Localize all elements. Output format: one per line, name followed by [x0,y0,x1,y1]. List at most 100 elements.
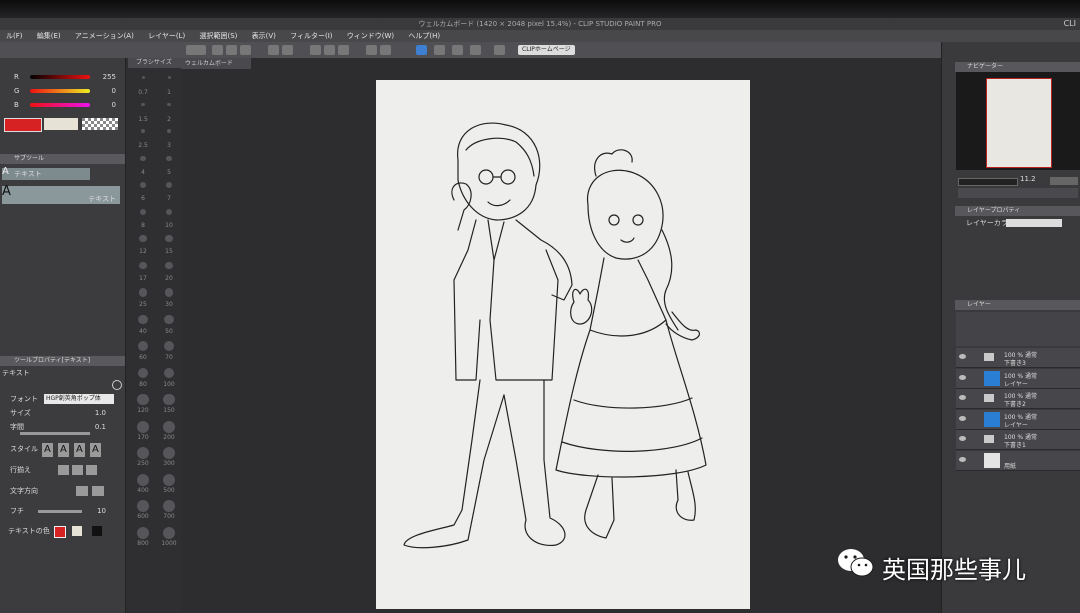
brush-size-dot[interactable] [137,367,149,379]
strike-icon[interactable]: A [90,443,101,457]
copy-icon[interactable] [338,45,349,55]
menu-filter[interactable]: フィルター(I) [290,32,332,40]
transparent-color-swatch[interactable] [82,118,118,130]
layer-row[interactable]: 100 % 通常 レイヤー [956,368,1080,389]
layer-toolbar[interactable] [956,312,1080,346]
redo-icon[interactable] [282,45,293,55]
brush-size-dot[interactable] [163,500,175,512]
brush-size-dot[interactable] [166,182,172,188]
frame-icon[interactable] [494,45,505,55]
brush-size-dot[interactable] [137,447,149,459]
eye-icon[interactable] [959,456,966,462]
subtool-tab-text[interactable]: テキスト [2,168,90,180]
edge-slider[interactable] [38,510,82,513]
ruler-icon[interactable] [434,45,445,55]
text-color-row[interactable]: テキストの色 [2,524,122,538]
spacing-slider[interactable] [20,432,90,435]
brush-size-dot[interactable] [163,420,175,433]
text-main-color[interactable] [54,526,66,538]
brush-size-dot[interactable] [139,235,147,243]
brush-size-dot[interactable] [137,473,149,486]
menu-file[interactable]: ル(F) [6,32,23,40]
brush-size-dot[interactable] [139,261,147,270]
menu-selection[interactable]: 選択範囲(S) [199,32,237,40]
direction-row[interactable]: 文字方向 [2,484,122,498]
style-row[interactable]: スタイル A A A A [2,442,122,457]
brush-size-dot[interactable] [166,155,172,161]
sub-color-swatch[interactable] [44,118,78,130]
subtool-item-text[interactable]: テキスト [2,186,120,204]
new-file-icon[interactable] [212,45,223,55]
spacing-row[interactable]: 字間 0.1 [2,420,122,435]
brush-size-dot[interactable] [165,261,173,270]
transform-icon[interactable] [380,45,391,55]
layer-row[interactable]: 用紙 [956,450,1080,471]
size-row[interactable]: サイズ 1.0 [2,406,122,420]
brush-size-dot[interactable] [141,76,145,79]
font-select[interactable]: HGP創英角ポップ体 [44,394,114,404]
eye-icon[interactable] [959,354,966,359]
menu-help[interactable]: ヘルプ(H) [408,32,440,40]
eye-icon[interactable] [959,374,966,380]
menu-window[interactable]: ウィンドウ(W) [347,32,394,40]
brush-size-dot[interactable] [164,288,174,297]
text-sub-color[interactable] [72,526,82,536]
layer-row[interactable]: 100 % 通常 下書き2 [956,389,1080,409]
save-icon[interactable] [240,45,251,55]
brush-size-dot[interactable] [163,447,175,459]
blue-slider[interactable]: B 0 [4,100,122,110]
align-row[interactable]: 行揃え [2,463,122,477]
zoom-slider[interactable] [958,178,1018,186]
brush-size-dot[interactable] [137,526,149,539]
brush-size-tab[interactable]: ブラシサイズ [128,58,182,68]
layer-color-field[interactable] [1006,219,1062,227]
paste-icon[interactable] [366,45,377,55]
zoom-buttons[interactable] [1050,177,1078,185]
brush-size-dot[interactable] [163,394,175,406]
snap-icon[interactable] [416,45,427,55]
brush-size-dot[interactable] [139,208,147,215]
brush-size-dot[interactable] [164,341,174,351]
brush-size-dot[interactable] [164,314,174,324]
vertical-text-icon[interactable] [92,486,104,496]
brush-size-dot[interactable] [167,76,171,79]
brush-size-dot[interactable] [137,420,149,433]
brush-size-dot[interactable] [138,341,148,351]
menu-animation[interactable]: アニメーション(A) [75,32,134,40]
layer-row[interactable]: 100 % 通常 レイヤー [956,409,1080,430]
brush-size-dot[interactable] [163,367,175,379]
main-color-swatch[interactable] [4,118,42,132]
open-file-icon[interactable] [226,45,237,55]
align-right-icon[interactable] [86,465,97,475]
align-center-icon[interactable] [72,465,83,475]
brush-size-dot[interactable] [165,208,173,215]
clear-icon[interactable] [310,45,321,55]
horizontal-text-icon[interactable] [76,486,88,496]
italic-icon[interactable]: A [58,443,69,457]
align-left-icon[interactable] [58,465,69,475]
brush-size-dot[interactable] [166,129,172,134]
brush-size-dot[interactable] [165,235,173,243]
settings-icon[interactable] [112,380,122,390]
brush-size-dot[interactable] [163,473,175,486]
menu-edit[interactable]: 編集(E) [37,32,61,40]
green-slider[interactable]: G 0 [4,86,122,96]
clip-homepage-button[interactable]: CLIPホームページ [518,45,575,55]
brush-size-dot[interactable] [163,526,175,539]
rotate-buttons[interactable] [958,188,1078,198]
menu-view[interactable]: 表示(V) [252,32,276,40]
menu-layer[interactable]: レイヤー(L) [148,32,185,40]
text-black-color[interactable] [92,526,102,536]
eye-icon[interactable] [959,436,966,441]
brush-size-dot[interactable] [141,102,145,107]
brush-size-dot[interactable] [167,102,171,107]
bold-icon[interactable]: A [42,443,53,457]
brush-size-dot[interactable] [137,394,149,406]
select-icon[interactable] [470,45,481,55]
underline-icon[interactable]: A [74,443,85,457]
brush-size-dot[interactable] [140,129,146,134]
brush-size-dot[interactable] [140,182,146,188]
undo-icon[interactable] [268,45,279,55]
tool-icon[interactable] [186,45,206,55]
red-slider[interactable]: R 255 [4,72,122,82]
